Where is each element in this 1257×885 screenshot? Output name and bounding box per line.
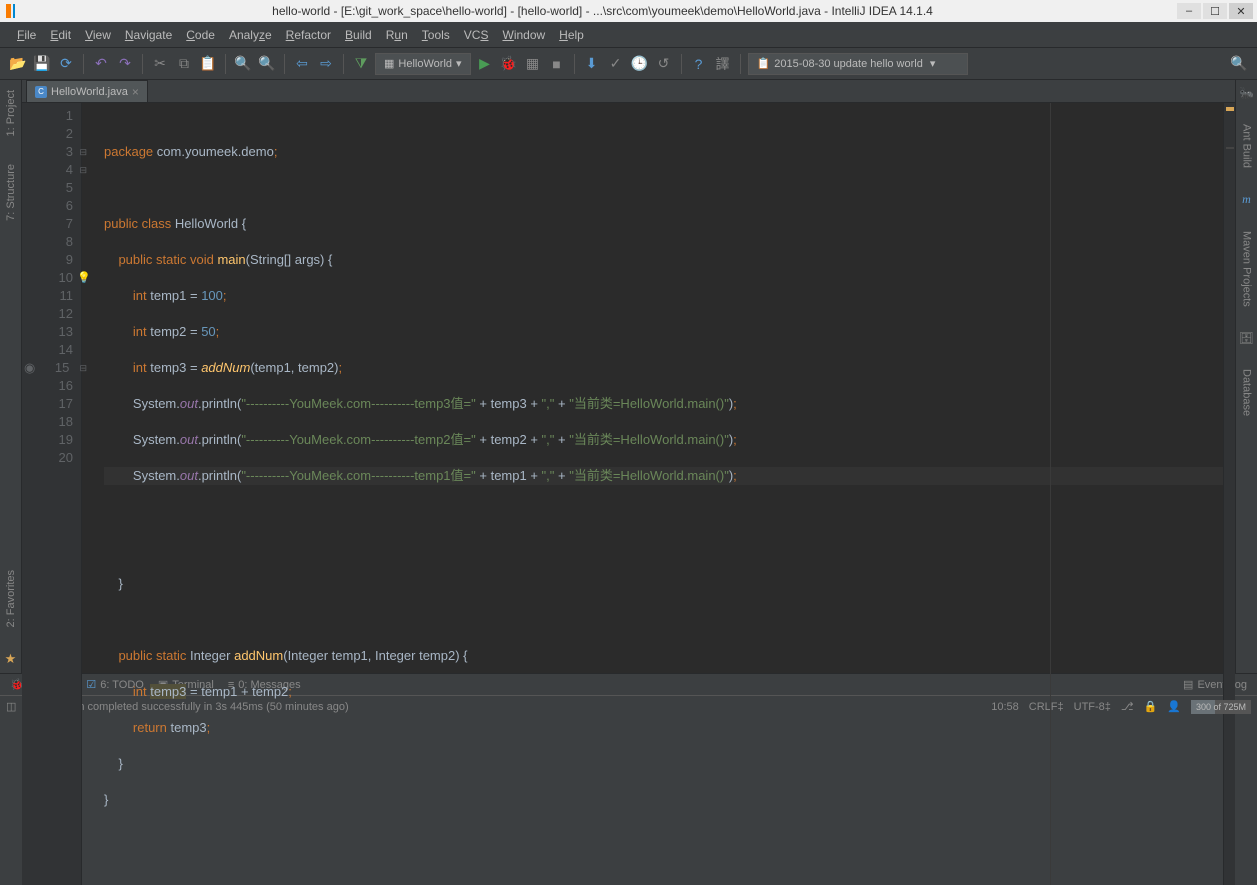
close-button[interactable]: ✕ bbox=[1229, 3, 1253, 19]
gutter[interactable]: 12 3⊟ 4⊟ 56789 10💡 11121314 15 ◉⊟ 161718… bbox=[22, 103, 82, 885]
redo-icon[interactable]: ↷ bbox=[115, 54, 135, 74]
cut-icon[interactable]: ✂ bbox=[150, 54, 170, 74]
menu-tools[interactable]: Tools bbox=[415, 25, 457, 45]
tool-ant-build[interactable]: Ant Build bbox=[1239, 120, 1255, 172]
java-class-icon: C bbox=[35, 86, 47, 98]
vcs-changelist-selector[interactable]: 📋 2015-08-30 update hello world ▾ bbox=[748, 53, 968, 75]
debug-icon[interactable]: 🐞 bbox=[499, 54, 519, 74]
forward-icon[interactable]: ⇨ bbox=[316, 54, 336, 74]
tool-maven[interactable]: Maven Projects bbox=[1239, 227, 1255, 311]
vcs-history-icon[interactable]: 🕒 bbox=[630, 54, 650, 74]
vcs-update-icon[interactable]: ⬇ bbox=[582, 54, 602, 74]
status-window-icon[interactable]: ◫ bbox=[6, 700, 16, 713]
menu-file[interactable]: File bbox=[10, 25, 43, 45]
window-titlebar: hello-world - [E:\git_work_space\hello-w… bbox=[0, 0, 1257, 22]
run-config-label: HelloWorld bbox=[398, 58, 452, 70]
menu-navigate[interactable]: Navigate bbox=[118, 25, 179, 45]
run-config-selector[interactable]: ▦ HelloWorld ▾ bbox=[375, 53, 471, 75]
right-tool-strip: 🐜 Ant Build m Maven Projects 🗄 Database bbox=[1235, 80, 1257, 673]
menu-vcs[interactable]: VCS bbox=[457, 25, 496, 45]
ant-icon[interactable]: 🐜 bbox=[1239, 86, 1254, 100]
menu-view[interactable]: View bbox=[78, 25, 118, 45]
vcs-changelist-label: 2015-08-30 update hello world bbox=[774, 58, 923, 70]
maximize-button[interactable]: ☐ bbox=[1203, 3, 1227, 19]
tool-structure[interactable]: 7: Structure bbox=[3, 160, 19, 225]
paste-icon[interactable]: 📋 bbox=[198, 54, 218, 74]
replace-icon[interactable]: 🔍 bbox=[257, 54, 277, 74]
refresh-icon[interactable]: ⟳ bbox=[56, 54, 76, 74]
menu-build[interactable]: Build bbox=[338, 25, 379, 45]
code-editor[interactable]: package com.youmeek.demo; public class H… bbox=[82, 103, 1223, 885]
maven-icon[interactable]: m bbox=[1242, 192, 1251, 207]
margin-guide bbox=[1050, 103, 1051, 885]
tab-close-icon[interactable]: × bbox=[132, 85, 139, 99]
editor-tab[interactable]: C HelloWorld.java × bbox=[26, 80, 148, 102]
build-icon[interactable]: ⧩ bbox=[351, 54, 371, 74]
editor-tab-bar: C HelloWorld.java × bbox=[22, 80, 1235, 103]
menu-help[interactable]: Help bbox=[552, 25, 591, 45]
minimize-button[interactable]: – bbox=[1177, 3, 1201, 19]
menu-analyze[interactable]: Analyze bbox=[222, 25, 279, 45]
stop-icon[interactable]: ■ bbox=[547, 54, 567, 74]
tab-filename: HelloWorld.java bbox=[51, 86, 128, 98]
search-everywhere-icon[interactable]: 🔍 bbox=[1229, 54, 1249, 74]
undo-icon[interactable]: ↶ bbox=[91, 54, 111, 74]
save-all-icon[interactable]: 💾 bbox=[32, 54, 52, 74]
translate-icon[interactable]: 譯 bbox=[713, 54, 733, 74]
menu-refactor[interactable]: Refactor bbox=[279, 25, 338, 45]
tool-database[interactable]: Database bbox=[1239, 365, 1255, 420]
vcs-commit-icon[interactable]: ✓ bbox=[606, 54, 626, 74]
main-toolbar: 📂 💾 ⟳ ↶ ↷ ✂ ⧉ 📋 🔍 🔍 ⇦ ⇨ ⧩ ▦ HelloWorld ▾… bbox=[0, 48, 1257, 80]
favorites-star-icon[interactable]: ★ bbox=[5, 651, 17, 667]
memory-indicator[interactable]: 300 of 725M bbox=[1191, 700, 1251, 714]
window-title: hello-world - [E:\git_work_space\hello-w… bbox=[28, 4, 1177, 18]
editor-area: C HelloWorld.java × 12 3⊟ 4⊟ 56789 10💡 1… bbox=[22, 80, 1235, 673]
tool-favorites[interactable]: 2: Favorites bbox=[3, 566, 19, 631]
menu-run[interactable]: Run bbox=[379, 25, 415, 45]
database-icon[interactable]: 🗄 bbox=[1239, 331, 1254, 345]
back-icon[interactable]: ⇦ bbox=[292, 54, 312, 74]
menu-code[interactable]: Code bbox=[179, 25, 222, 45]
left-tool-strip: 1: Project 7: Structure 2: Favorites ★ bbox=[0, 80, 22, 673]
app-logo-icon bbox=[4, 2, 22, 20]
menu-window[interactable]: Window bbox=[495, 25, 552, 45]
open-file-icon[interactable]: 📂 bbox=[8, 54, 28, 74]
error-stripe[interactable] bbox=[1223, 103, 1235, 885]
menu-edit[interactable]: Edit bbox=[43, 25, 78, 45]
coverage-icon[interactable]: ▦ bbox=[523, 54, 543, 74]
tool-project[interactable]: 1: Project bbox=[3, 86, 19, 140]
vcs-revert-icon[interactable]: ↺ bbox=[654, 54, 674, 74]
run-icon[interactable]: ▶ bbox=[475, 54, 495, 74]
menu-bar: File Edit View Navigate Code Analyze Ref… bbox=[0, 22, 1257, 48]
copy-icon[interactable]: ⧉ bbox=[174, 54, 194, 74]
find-icon[interactable]: 🔍 bbox=[233, 54, 253, 74]
help-icon[interactable]: ? bbox=[689, 54, 709, 74]
